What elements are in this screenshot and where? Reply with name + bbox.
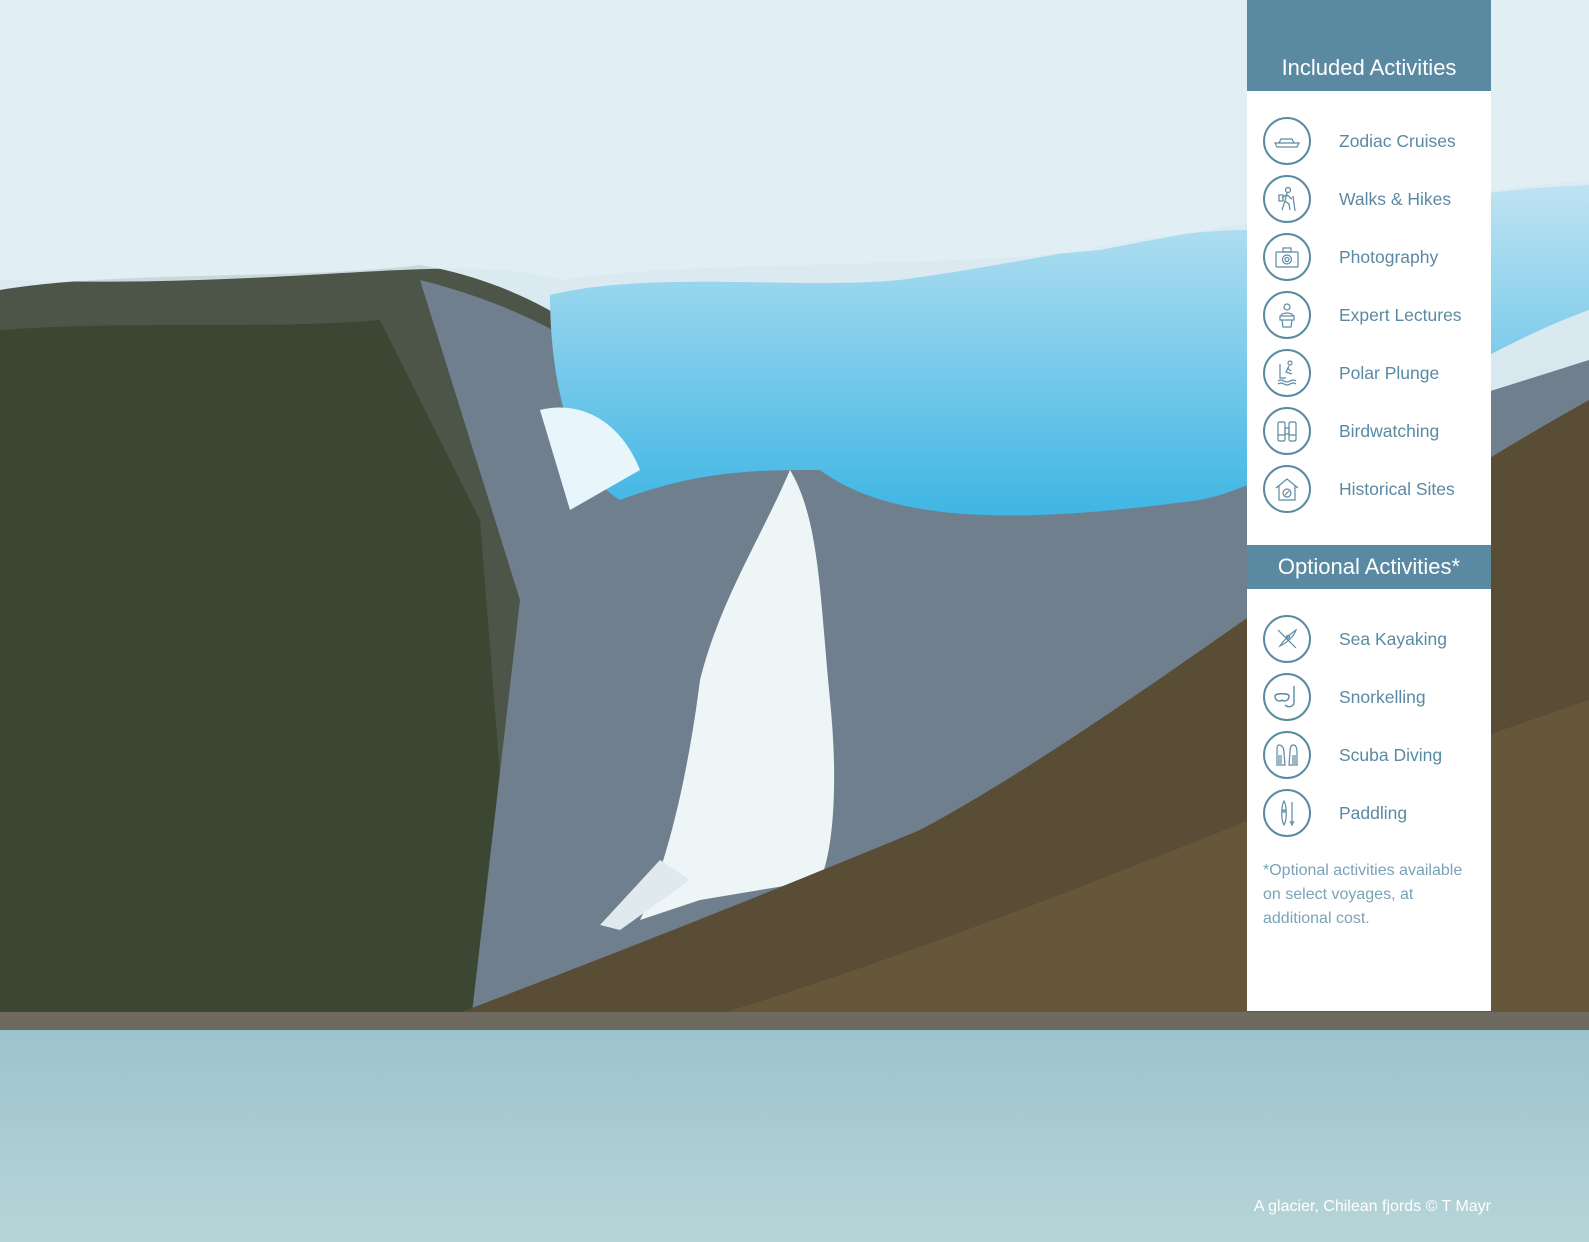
activity-item-expert-lectures: Expert Lectures <box>1247 286 1491 344</box>
snorkel-mask-icon <box>1263 673 1311 721</box>
plunge-icon <box>1263 349 1311 397</box>
activity-item-paddling: Paddling <box>1247 784 1491 842</box>
lecturer-icon <box>1263 291 1311 339</box>
included-activities-heading: Included Activities <box>1247 0 1491 91</box>
activity-label: Scuba Diving <box>1339 744 1443 765</box>
binoculars-icon <box>1263 407 1311 455</box>
paddle-board-icon <box>1263 789 1311 837</box>
included-activities-list: Zodiac Cruises Walks & Hikes Photography… <box>1247 112 1491 518</box>
optional-activities-footnote: *Optional activities available on select… <box>1263 862 1463 927</box>
activity-item-birdwatching: Birdwatching <box>1247 402 1491 460</box>
optional-activities-heading: Optional Activities* <box>1247 545 1491 589</box>
activity-label: Sea Kayaking <box>1339 628 1447 649</box>
activity-label: Expert Lectures <box>1339 304 1462 325</box>
activity-item-snorkelling: Snorkelling <box>1247 668 1491 726</box>
activity-item-scuba-diving: Scuba Diving <box>1247 726 1491 784</box>
activity-label: Photography <box>1339 246 1439 267</box>
activity-item-sea-kayaking: Sea Kayaking <box>1247 610 1491 668</box>
activity-label: Zodiac Cruises <box>1339 130 1456 151</box>
fins-icon <box>1263 731 1311 779</box>
activity-item-photography: Photography <box>1247 228 1491 286</box>
historic-house-icon <box>1263 465 1311 513</box>
hiker-icon <box>1263 175 1311 223</box>
activity-label: Snorkelling <box>1339 686 1426 707</box>
activities-panel: Included Activities Zodiac Cruises Walks… <box>1247 0 1491 1011</box>
activity-label: Polar Plunge <box>1339 362 1440 383</box>
optional-activities-list: Sea Kayaking Snorkelling Scuba Diving Pa… <box>1247 610 1491 842</box>
kayak-icon <box>1263 615 1311 663</box>
activity-label: Paddling <box>1339 802 1408 823</box>
activity-item-polar-plunge: Polar Plunge <box>1247 344 1491 402</box>
activity-label: Walks & Hikes <box>1339 188 1452 209</box>
camera-icon <box>1263 233 1311 281</box>
activity-item-walks-hikes: Walks & Hikes <box>1247 170 1491 228</box>
activity-item-historical-sites: Historical Sites <box>1247 460 1491 518</box>
activity-item-zodiac-cruises: Zodiac Cruises <box>1247 112 1491 170</box>
activity-label: Historical Sites <box>1339 478 1455 499</box>
photo-caption: A glacier, Chilean fjords © T Mayr <box>1253 1198 1491 1215</box>
zodiac-boat-icon <box>1263 117 1311 165</box>
activity-label: Birdwatching <box>1339 420 1440 441</box>
